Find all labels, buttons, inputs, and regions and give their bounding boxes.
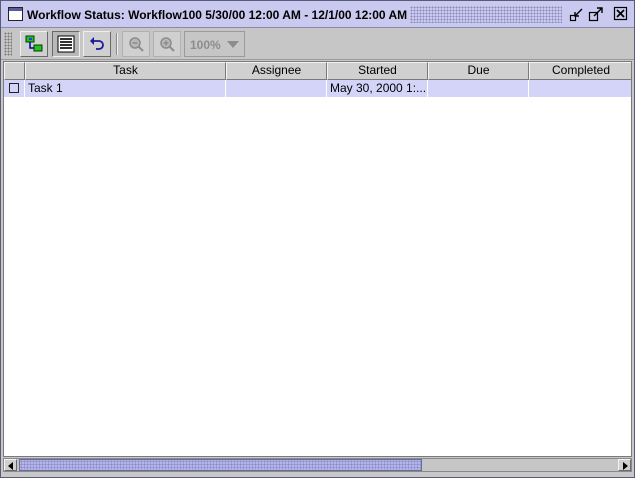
table-row[interactable]: Task 1 May 30, 2000 1:... bbox=[4, 80, 631, 97]
zoom-out-icon bbox=[129, 37, 144, 52]
workflow-status-window: Workflow Status: Workflow100 5/30/00 12:… bbox=[0, 0, 635, 478]
task-checkbox[interactable] bbox=[9, 83, 19, 93]
title-bar[interactable]: Workflow Status: Workflow100 5/30/00 12:… bbox=[1, 1, 634, 28]
table-header: Task Assignee Started Due Completed bbox=[4, 62, 631, 80]
arrow-right-icon bbox=[623, 462, 628, 470]
list-icon bbox=[57, 35, 75, 53]
column-header-task[interactable]: Task bbox=[25, 62, 226, 80]
cell-task: Task 1 bbox=[25, 80, 226, 97]
toolbar: 100% bbox=[1, 28, 634, 60]
zoom-level-value: 100% bbox=[190, 38, 221, 52]
window-title: Workflow Status: Workflow100 5/30/00 12:… bbox=[27, 8, 408, 22]
graph-view-button[interactable] bbox=[20, 31, 48, 57]
toolbar-separator bbox=[116, 33, 118, 55]
cell-due bbox=[428, 80, 529, 97]
maximize-icon[interactable] bbox=[588, 6, 604, 22]
column-header-completed[interactable]: Completed bbox=[529, 62, 631, 80]
undo-arrow-icon bbox=[90, 37, 104, 50]
title-bar-grip bbox=[410, 6, 562, 23]
column-header-started[interactable]: Started bbox=[327, 62, 428, 80]
zoom-level-dropdown[interactable]: 100% bbox=[184, 31, 245, 57]
column-header-due[interactable]: Due bbox=[428, 62, 529, 80]
toolbar-grip[interactable] bbox=[4, 32, 12, 56]
scrollbar-thumb[interactable] bbox=[19, 459, 422, 471]
scroll-right-button[interactable] bbox=[618, 459, 631, 471]
chevron-down-icon bbox=[227, 41, 239, 48]
list-view-button[interactable] bbox=[52, 31, 80, 57]
zoom-in-button[interactable] bbox=[153, 31, 181, 57]
task-table: Task Assignee Started Due Completed Task… bbox=[3, 61, 632, 457]
scroll-left-button[interactable] bbox=[4, 459, 17, 471]
cell-assignee bbox=[226, 80, 327, 97]
row-checkbox-cell bbox=[4, 80, 25, 97]
column-header-select[interactable] bbox=[4, 62, 25, 80]
workflow-graph-icon bbox=[25, 35, 43, 52]
cell-completed bbox=[529, 80, 631, 97]
column-header-assignee[interactable]: Assignee bbox=[226, 62, 327, 80]
minimize-icon[interactable] bbox=[569, 6, 585, 22]
horizontal-scrollbar[interactable] bbox=[3, 458, 632, 472]
window-icon bbox=[8, 7, 23, 21]
arrow-left-icon bbox=[8, 462, 13, 470]
undo-button[interactable] bbox=[83, 31, 111, 57]
zoom-in-icon bbox=[160, 37, 175, 52]
cell-started: May 30, 2000 1:... bbox=[327, 80, 428, 97]
zoom-out-button[interactable] bbox=[122, 31, 150, 57]
close-icon[interactable] bbox=[613, 6, 629, 22]
